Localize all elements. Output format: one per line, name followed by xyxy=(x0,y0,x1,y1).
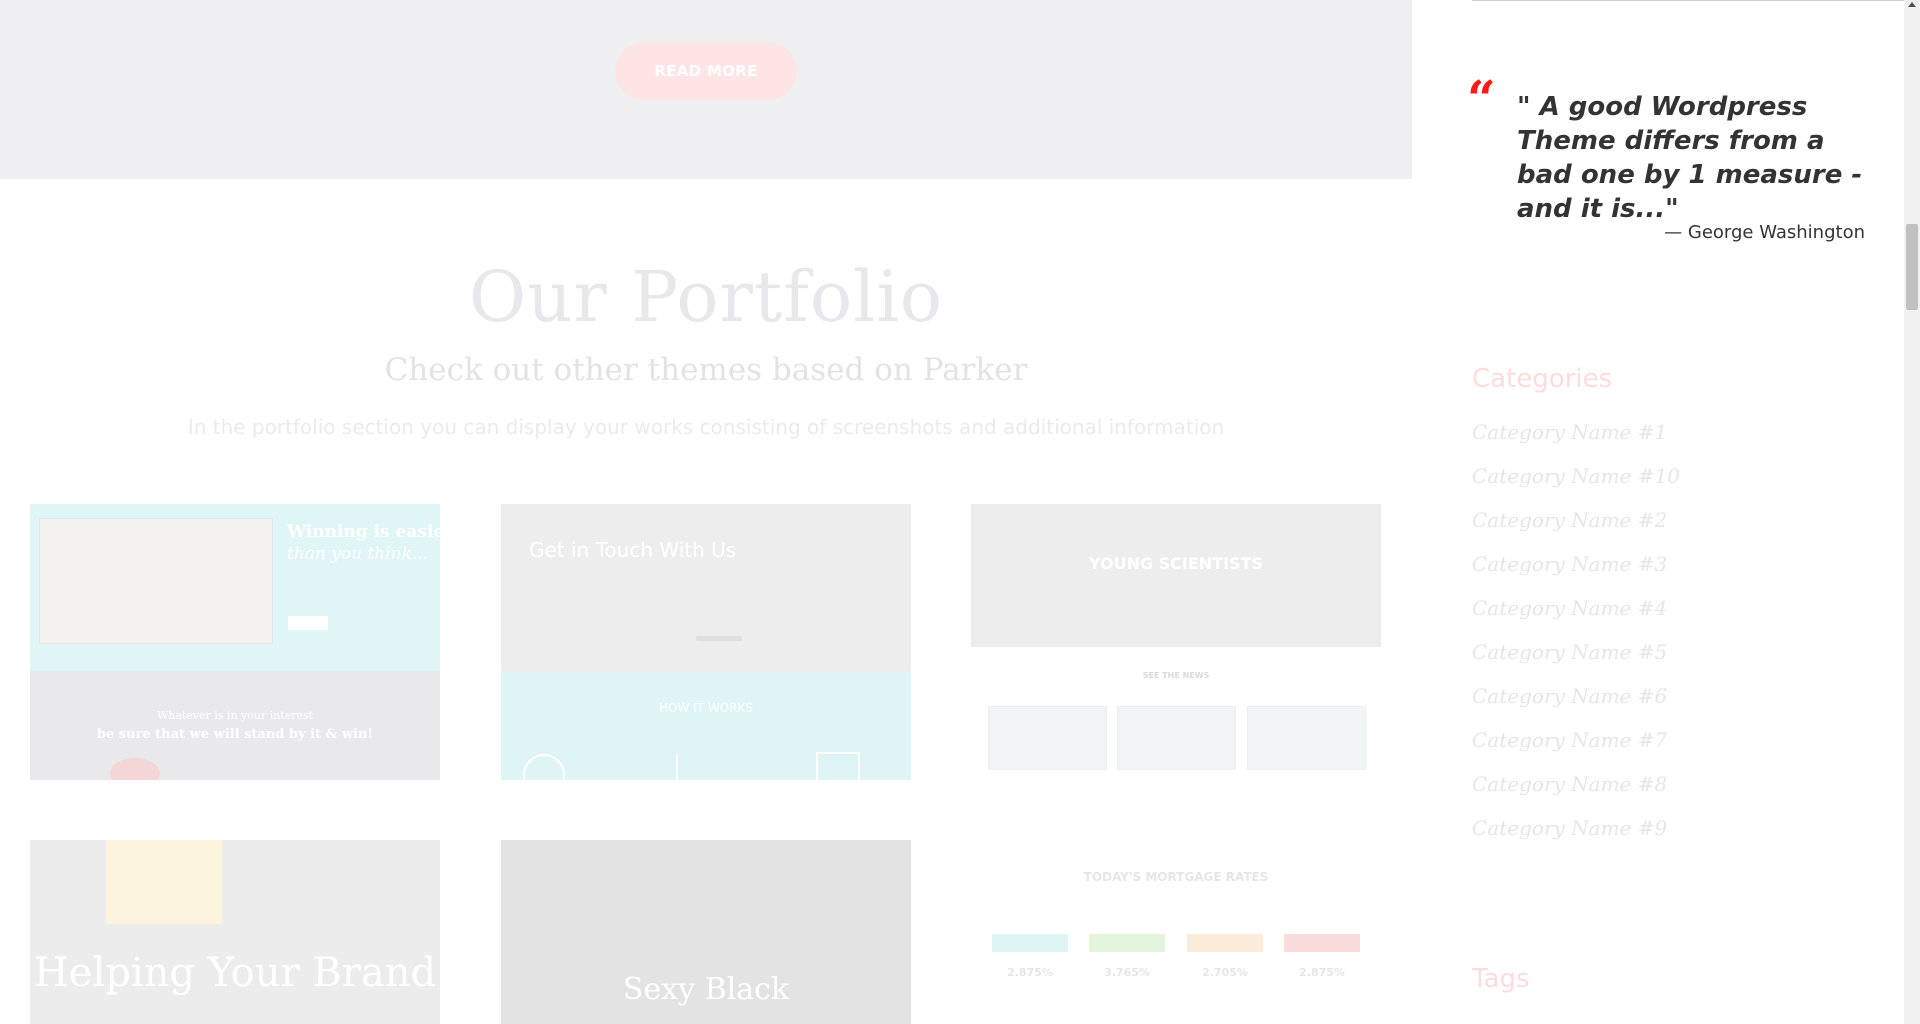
quote-author: — George Washington xyxy=(1664,222,1865,243)
category-link[interactable]: Category Name #8 xyxy=(1472,772,1680,816)
tile-headline: Sexy Black xyxy=(622,972,790,1007)
tile-top xyxy=(501,504,911,671)
category-link[interactable]: Category Name #4 xyxy=(1472,596,1680,640)
tile-headline-italic: than you think... xyxy=(287,544,429,564)
portfolio-subtitle: Check out other themes based on Parker xyxy=(384,352,1028,388)
categories-title: Categories xyxy=(1472,364,1613,394)
main-content: READ MORE Our Portfolio Check out other … xyxy=(0,0,1412,1024)
category-link[interactable]: Category Name #2 xyxy=(1472,508,1680,552)
tile-top xyxy=(971,504,1381,647)
category-link[interactable]: Category Name #6 xyxy=(1472,684,1680,728)
team-photo xyxy=(39,518,273,644)
rate-chip xyxy=(1284,934,1360,952)
portfolio-item-scientists[interactable]: YOUNG SCIENTISTS SEE THE NEWS xyxy=(971,504,1381,780)
rate-value: 3.765% xyxy=(1104,966,1150,979)
sidebar-quote: " A good Wordpress Theme differs from a … xyxy=(1517,92,1863,224)
rate-chip xyxy=(1187,934,1263,952)
sidebar-divider xyxy=(1472,0,1904,1)
tile-quote: Whatever is in your interest xyxy=(156,709,314,722)
portfolio-item-contact[interactable]: Get in Touch With Us HOW IT WORKS xyxy=(501,504,911,780)
page-scrollbar[interactable] xyxy=(1904,0,1920,1024)
category-link[interactable]: Category Name #3 xyxy=(1472,552,1680,596)
tile-headline: TODAY'S MORTGAGE RATES xyxy=(1083,870,1269,884)
tile-background xyxy=(30,840,440,1024)
portfolio-item-brand[interactable]: Helping Your Brand xyxy=(30,840,440,1024)
badge-circle xyxy=(110,758,160,780)
category-link[interactable]: Category Name #1 xyxy=(1472,420,1680,464)
tile-news-heading: SEE THE NEWS xyxy=(1142,671,1210,680)
news-card xyxy=(1247,706,1366,770)
chart-icon xyxy=(676,754,708,780)
portfolio-title: Our Portfolio xyxy=(468,256,944,338)
tile-note xyxy=(106,840,222,924)
scrollbar-thumb[interactable] xyxy=(1906,224,1918,310)
rate-chip xyxy=(992,934,1068,952)
news-card xyxy=(1117,706,1236,770)
tags-title: Tags xyxy=(1472,964,1530,994)
read-more-button[interactable]: READ MORE xyxy=(615,42,797,100)
tile-headline: Winning is easier xyxy=(287,522,440,542)
rate-chip xyxy=(1089,934,1165,952)
quote-icon: “ xyxy=(1467,69,1496,128)
portfolio-description: In the portfolio section you can display… xyxy=(187,415,1225,439)
portfolio-item-mortgage[interactable]: TODAY'S MORTGAGE RATES 2.875% 3.765% 2.7… xyxy=(971,840,1381,1024)
news-card xyxy=(988,706,1107,770)
scroll-up-icon[interactable] xyxy=(1908,2,1916,7)
category-link[interactable]: Category Name #7 xyxy=(1472,728,1680,772)
tile-divider xyxy=(696,636,742,641)
rate-value: 2.875% xyxy=(1299,966,1345,979)
category-link[interactable]: Category Name #9 xyxy=(1472,816,1680,860)
tile-headline: Get in Touch With Us xyxy=(529,538,737,562)
tile-bottom xyxy=(30,671,440,780)
tile-headline: Helping Your Brand xyxy=(33,950,437,996)
document-icon xyxy=(816,752,860,780)
categories-list: Category Name #1 Category Name #10 Categ… xyxy=(1472,420,1680,860)
tile-headline: YOUNG SCIENTISTS xyxy=(1088,554,1264,573)
tile-subheading: HOW IT WORKS xyxy=(659,701,753,715)
rate-value: 2.705% xyxy=(1202,966,1248,979)
category-link[interactable]: Category Name #5 xyxy=(1472,640,1680,684)
rate-value: 2.875% xyxy=(1007,966,1053,979)
tile-background xyxy=(971,840,1381,1024)
portfolio-item-sexy-black[interactable]: Sexy Black xyxy=(501,840,911,1024)
tile-quote-bold: be sure that we will stand by it & win! xyxy=(96,727,374,742)
tile-button xyxy=(288,616,328,630)
portfolio-item-winning[interactable]: Winning is easier than you think... What… xyxy=(30,504,440,780)
hero-section: READ MORE xyxy=(0,0,1412,179)
category-link[interactable]: Category Name #10 xyxy=(1472,464,1680,508)
